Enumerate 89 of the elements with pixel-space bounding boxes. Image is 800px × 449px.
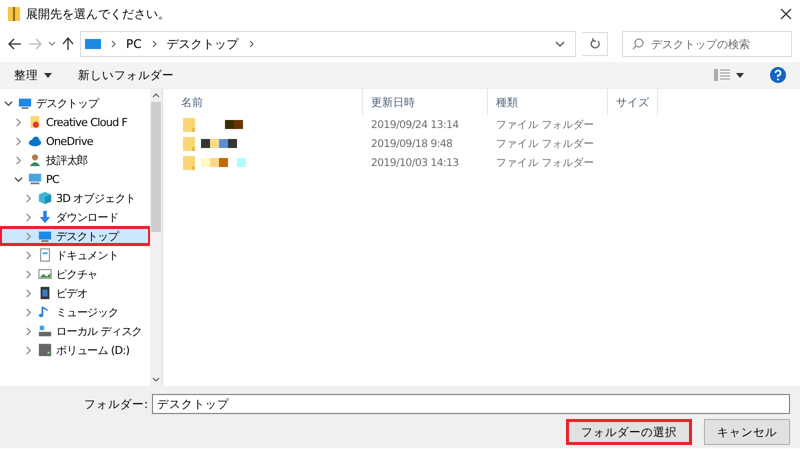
chevron-right-icon[interactable] — [24, 270, 33, 278]
tree-item[interactable]: ボリューム (D:) — [0, 341, 150, 359]
type-cell-text: ファイル フォルダー — [495, 156, 596, 170]
select-folder-button[interactable]: フォルダーの選択 — [566, 419, 692, 445]
column-header[interactable]: 更新日時 — [363, 89, 488, 115]
chevron-down-icon[interactable] — [14, 174, 23, 184]
pixelated-name-drawing — [201, 158, 246, 167]
breadcrumb[interactable]: PC — [126, 37, 142, 51]
window-title: 展開先を選んでください。 — [26, 6, 171, 22]
tree-item[interactable]: デスクトップ — [0, 227, 150, 245]
refresh-icon — [588, 38, 600, 50]
chevron-right-icon — [248, 40, 254, 48]
organize-button[interactable]: 整理 — [14, 68, 52, 82]
column-header[interactable]: 名前 — [173, 89, 363, 115]
chevron-right-icon[interactable] — [24, 308, 33, 316]
doc-icon — [38, 248, 52, 262]
chevron-right-icon[interactable] — [24, 326, 33, 336]
tree-item[interactable]: ピクチャ — [0, 265, 150, 283]
chevron-right-icon[interactable] — [24, 212, 33, 222]
column-header[interactable]: サイズ — [608, 89, 658, 115]
scrollbar[interactable] — [150, 89, 163, 386]
new-folder-button[interactable]: 新しいフォルダー — [78, 68, 174, 82]
tree-item[interactable]: 3D オブジェクト — [0, 189, 150, 207]
view-options-button[interactable] — [714, 69, 744, 81]
type-cell-text: ファイル フォルダー — [495, 118, 596, 132]
back-button[interactable] — [8, 38, 22, 50]
search-field[interactable]: デスクトップの検索 — [622, 31, 792, 57]
breadcrumb[interactable]: デスクトップ — [166, 36, 239, 52]
drive-icon — [38, 343, 52, 357]
tree-item[interactable]: ビデオ — [0, 284, 150, 302]
folder-label: フォルダー: — [83, 396, 148, 412]
folder-icon — [183, 136, 195, 150]
chevron-right-icon — [152, 40, 157, 48]
folder-name-field[interactable]: デスクトップ — [152, 394, 790, 414]
pixelated-name-drawing — [201, 139, 237, 148]
tree-item[interactable]: ドキュメント — [0, 246, 150, 264]
folder-icon — [183, 118, 195, 132]
recent-dropdown-button[interactable] — [48, 41, 56, 47]
download-icon — [38, 210, 52, 224]
chevron-right-icon[interactable] — [14, 136, 23, 146]
date-cell-text: 2019/09/18 9:48 — [370, 138, 454, 150]
pixelated-name-drawing — [225, 120, 243, 129]
chevron-right-icon — [111, 40, 116, 48]
chevron-down-icon[interactable] — [4, 98, 13, 108]
close-button[interactable] — [780, 8, 792, 20]
scroll-up-icon[interactable] — [152, 92, 160, 98]
chevron-right-icon[interactable] — [24, 250, 33, 260]
app-icon — [8, 6, 20, 22]
tree-item[interactable]: ミュージック — [0, 303, 150, 321]
help-button[interactable] — [770, 67, 786, 83]
cc-icon — [28, 115, 42, 129]
picture-icon — [38, 267, 52, 281]
cube-icon — [38, 191, 52, 205]
desktop-icon — [18, 96, 32, 110]
date-cell-text: 2019/10/03 14:13 — [370, 156, 460, 168]
caret-down-icon — [44, 72, 52, 78]
pc-icon — [28, 172, 42, 186]
chevron-right-icon[interactable] — [24, 232, 33, 240]
type-cell-text: ファイル フォルダー — [495, 136, 596, 150]
address-bar[interactable]: PC デスクトップ — [80, 31, 576, 57]
chevron-right-icon[interactable] — [24, 194, 33, 202]
chevron-right-icon[interactable] — [14, 156, 23, 164]
user-icon — [28, 153, 42, 167]
desktop-icon — [38, 229, 52, 243]
tree-item[interactable]: OneDrive — [0, 132, 150, 150]
video-icon — [38, 286, 52, 300]
search-icon — [632, 38, 644, 50]
date-cell-text: 2019/09/24 13:14 — [370, 118, 460, 130]
chevron-right-icon[interactable] — [24, 288, 33, 298]
folder-icon — [183, 156, 195, 170]
tree-item[interactable]: ローカル ディスク — [0, 322, 150, 340]
desktop-icon — [85, 38, 101, 50]
tree-item[interactable]: デスクトップ — [0, 94, 150, 112]
caret-down-icon — [736, 72, 744, 78]
tree-item[interactable]: 技評太郎 — [0, 151, 150, 169]
disk-icon — [38, 324, 52, 338]
chevron-right-icon[interactable] — [24, 346, 33, 354]
refresh-button[interactable] — [582, 32, 608, 56]
tree-item[interactable]: PC — [0, 170, 150, 188]
cloud-icon — [28, 134, 42, 148]
tree-item[interactable]: Creative Cloud F — [0, 113, 150, 131]
tree-item[interactable]: ダウンロード — [0, 208, 150, 226]
column-header[interactable]: 種類 — [488, 89, 608, 115]
up-button[interactable] — [62, 37, 74, 51]
scroll-down-icon[interactable] — [152, 377, 160, 383]
chevron-down-icon[interactable] — [555, 41, 565, 47]
cancel-button[interactable]: キャンセル — [704, 419, 790, 445]
forward-button[interactable] — [28, 38, 42, 50]
chevron-right-icon[interactable] — [14, 118, 23, 126]
